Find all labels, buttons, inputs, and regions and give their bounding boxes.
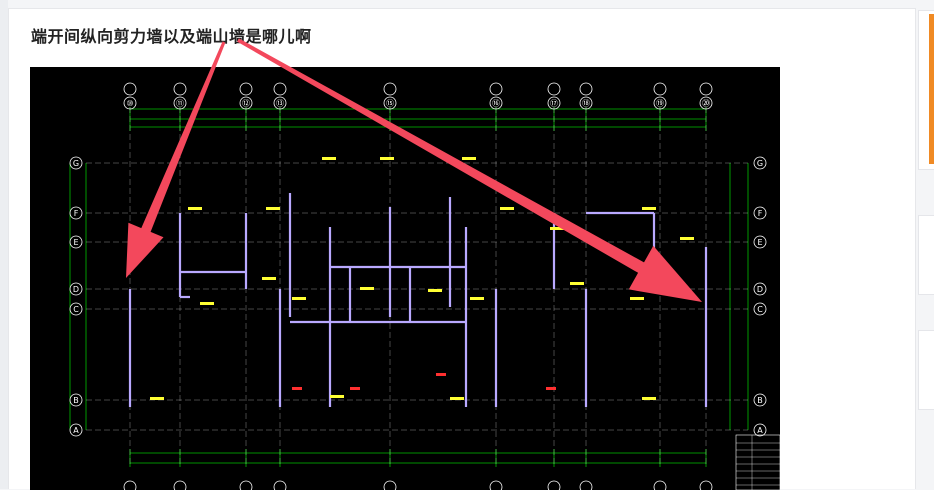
right-rail	[916, 0, 934, 489]
axis-label: ⑮	[386, 99, 394, 108]
cad-floor-plan: ⑩ ⑪ ⑫ ⑬ ⑮ ⑯ ⑰ ⑱ ⑲ ⑳ G G F F E E D D C C B B A A	[69, 82, 780, 490]
axis-label: C	[757, 305, 763, 314]
axis-label: ⑰	[550, 99, 558, 108]
axis-label: E	[757, 238, 762, 247]
axis-bubble	[273, 82, 287, 96]
wall-tag	[500, 207, 514, 210]
wall-tag	[292, 297, 306, 300]
rail-accent	[929, 14, 934, 164]
axis-bubble	[699, 82, 713, 96]
cad-drawing-image[interactable]: ⑩ ⑪ ⑫ ⑬ ⑮ ⑯ ⑰ ⑱ ⑲ ⑳ G G F F E E D D C C B B A A	[30, 67, 780, 490]
post-title: 端开间纵向剪力墙以及端山墙是哪儿啊	[31, 27, 312, 46]
left-margin	[0, 0, 8, 489]
axis-bubble	[383, 82, 397, 96]
axis-label: ⑫	[242, 99, 250, 108]
axis-bubble	[547, 82, 561, 96]
axis-label: ⑬	[276, 99, 284, 108]
axis-label: E	[73, 238, 78, 247]
wall-tag	[262, 277, 276, 280]
axis-label: D	[73, 285, 79, 294]
axis-label: ⑱	[582, 99, 590, 108]
wall-tag	[188, 207, 202, 210]
axis-label: F	[758, 209, 763, 218]
wall-tag	[470, 297, 484, 300]
axis-label: ⑩	[126, 99, 133, 108]
axis-bubble	[173, 82, 187, 96]
wall-tag	[380, 157, 394, 160]
axis-label: ⑪	[176, 99, 184, 108]
wall-tag	[360, 287, 374, 290]
page: 端开间纵向剪力墙以及端山墙是哪儿啊 ⑩ ⑪ ⑫ ⑬ ⑮ ⑯ ⑰ ⑱ ⑲ ⑳ G G F F E E D D C C B B…	[0, 0, 934, 490]
axis-label: ⑲	[656, 99, 664, 108]
axis-label: A	[73, 426, 79, 435]
axis-bubble	[653, 82, 667, 96]
axis-bubble	[579, 82, 593, 96]
wall-tag	[642, 397, 656, 400]
wall-tag	[680, 237, 694, 240]
axis-label: ⑯	[492, 99, 500, 108]
wall-tag	[642, 207, 656, 210]
axis-label: C	[73, 305, 79, 314]
axis-label: D	[757, 285, 763, 294]
wall-tag	[150, 397, 164, 400]
wall-tag	[570, 282, 584, 285]
axis-label: B	[757, 396, 763, 405]
axis-label: ⑳	[702, 99, 710, 108]
axis-label: B	[73, 396, 79, 405]
axis-label: G	[73, 159, 79, 168]
axis-bubble	[123, 82, 137, 96]
drawing-note	[292, 387, 302, 390]
rail-tab[interactable]	[918, 330, 934, 410]
post-card: 端开间纵向剪力墙以及端山墙是哪儿啊 ⑩ ⑪ ⑫ ⑬ ⑮ ⑯ ⑰ ⑱ ⑲ ⑳ G G F F E E D D C C B B…	[8, 8, 916, 490]
wall-tag	[450, 397, 464, 400]
wall-tag	[322, 157, 336, 160]
wall-tag	[630, 297, 644, 300]
wall-tag	[266, 207, 280, 210]
wall-tag	[428, 289, 442, 292]
drawing-note	[436, 373, 446, 376]
axis-bubble	[239, 82, 253, 96]
axis-label: G	[757, 159, 763, 168]
wall-tag	[550, 227, 564, 230]
axis-label: F	[74, 209, 79, 218]
title-block	[735, 434, 780, 490]
drawing-note	[546, 387, 556, 390]
wall-tag	[200, 302, 214, 305]
wall-tag	[462, 157, 476, 160]
axis-bubble	[489, 82, 503, 96]
wall-tag	[330, 395, 344, 398]
axis-label: A	[757, 426, 763, 435]
rail-tab[interactable]	[918, 215, 934, 295]
drawing-note	[350, 387, 360, 390]
